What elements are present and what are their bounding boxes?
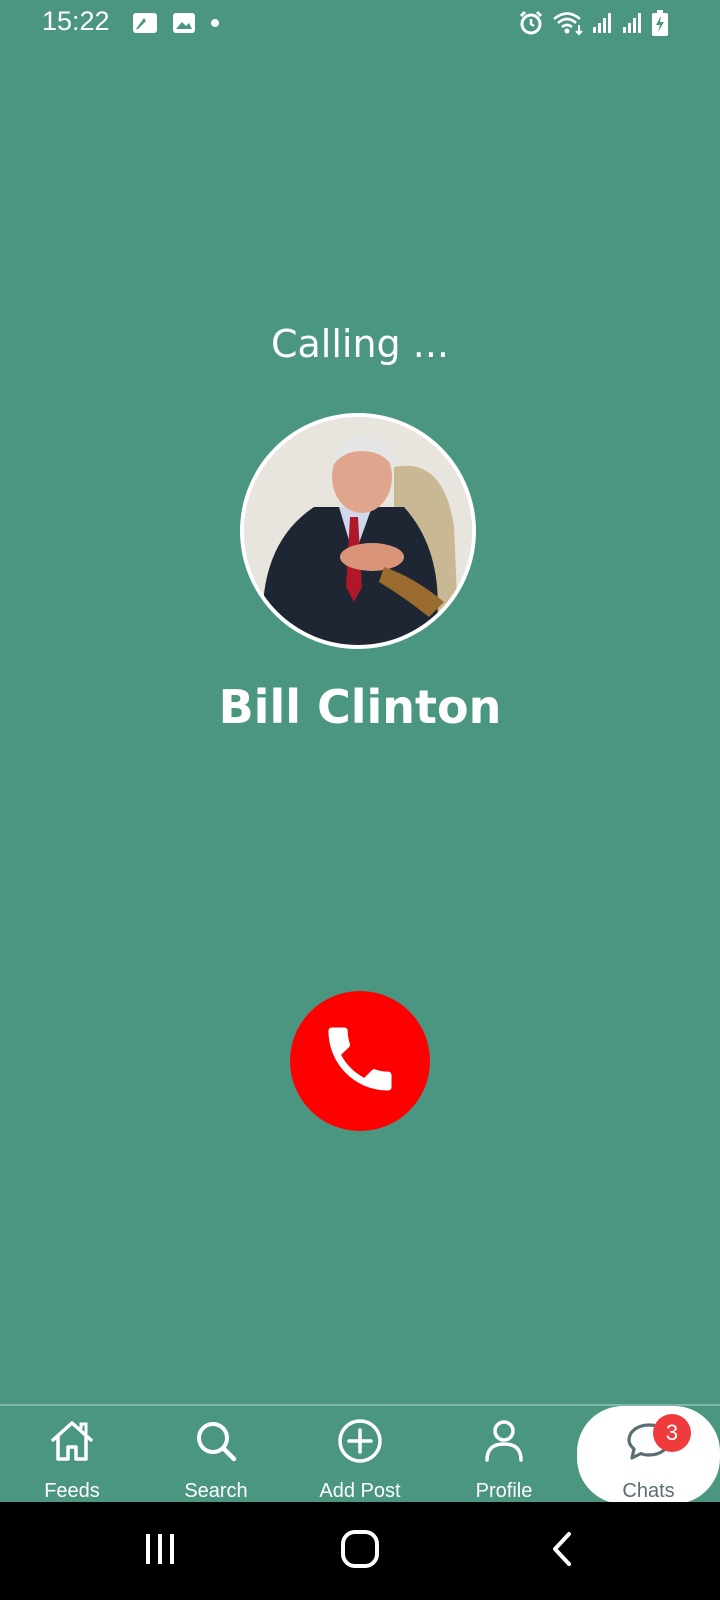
call-status: Calling ...	[270, 322, 449, 366]
unread-badge: 3	[653, 1414, 691, 1452]
phone-icon	[318, 1017, 402, 1105]
recent-apps-icon	[142, 1531, 178, 1571]
home-icon	[47, 1416, 97, 1471]
wifi-icon	[552, 10, 584, 36]
nav-item-feeds[interactable]: Feeds	[0, 1406, 144, 1504]
signal-icon	[592, 11, 614, 35]
back-icon	[547, 1531, 577, 1571]
person-icon	[479, 1416, 529, 1471]
contact-name: Bill Clinton	[218, 680, 502, 734]
nav-label: Feeds	[44, 1480, 100, 1502]
end-call-button[interactable]	[290, 991, 430, 1131]
system-nav-bar	[0, 1502, 720, 1600]
nav-item-chats[interactable]: 3 Chats	[577, 1406, 720, 1504]
nav-item-search[interactable]: Search	[144, 1406, 288, 1504]
alarm-icon	[518, 10, 544, 36]
status-bar: 15:22	[0, 0, 720, 48]
home-circle-icon	[340, 1529, 380, 1573]
gallery-icon	[172, 12, 196, 34]
battery-charging-icon	[652, 10, 668, 36]
notification-icon	[132, 12, 158, 34]
nav-label: Chats	[622, 1480, 675, 1502]
back-button[interactable]	[502, 1502, 622, 1600]
home-button[interactable]	[300, 1502, 420, 1600]
add-circle-icon	[335, 1416, 385, 1471]
signal-icon	[622, 11, 644, 35]
nav-item-add-post[interactable]: Add Post	[288, 1406, 432, 1504]
bottom-nav: Feeds Search Add Post Profile 3 Chats	[0, 1404, 720, 1504]
nav-label: Profile	[475, 1480, 533, 1502]
avatar	[240, 413, 476, 649]
nav-item-profile[interactable]: Profile	[432, 1406, 576, 1504]
nav-label: Search	[184, 1480, 248, 1502]
search-icon	[191, 1416, 241, 1471]
status-time: 15:22	[42, 6, 110, 36]
nav-label: Add Post	[319, 1480, 401, 1502]
recent-apps-button[interactable]	[100, 1502, 220, 1600]
dot-icon	[210, 18, 220, 28]
